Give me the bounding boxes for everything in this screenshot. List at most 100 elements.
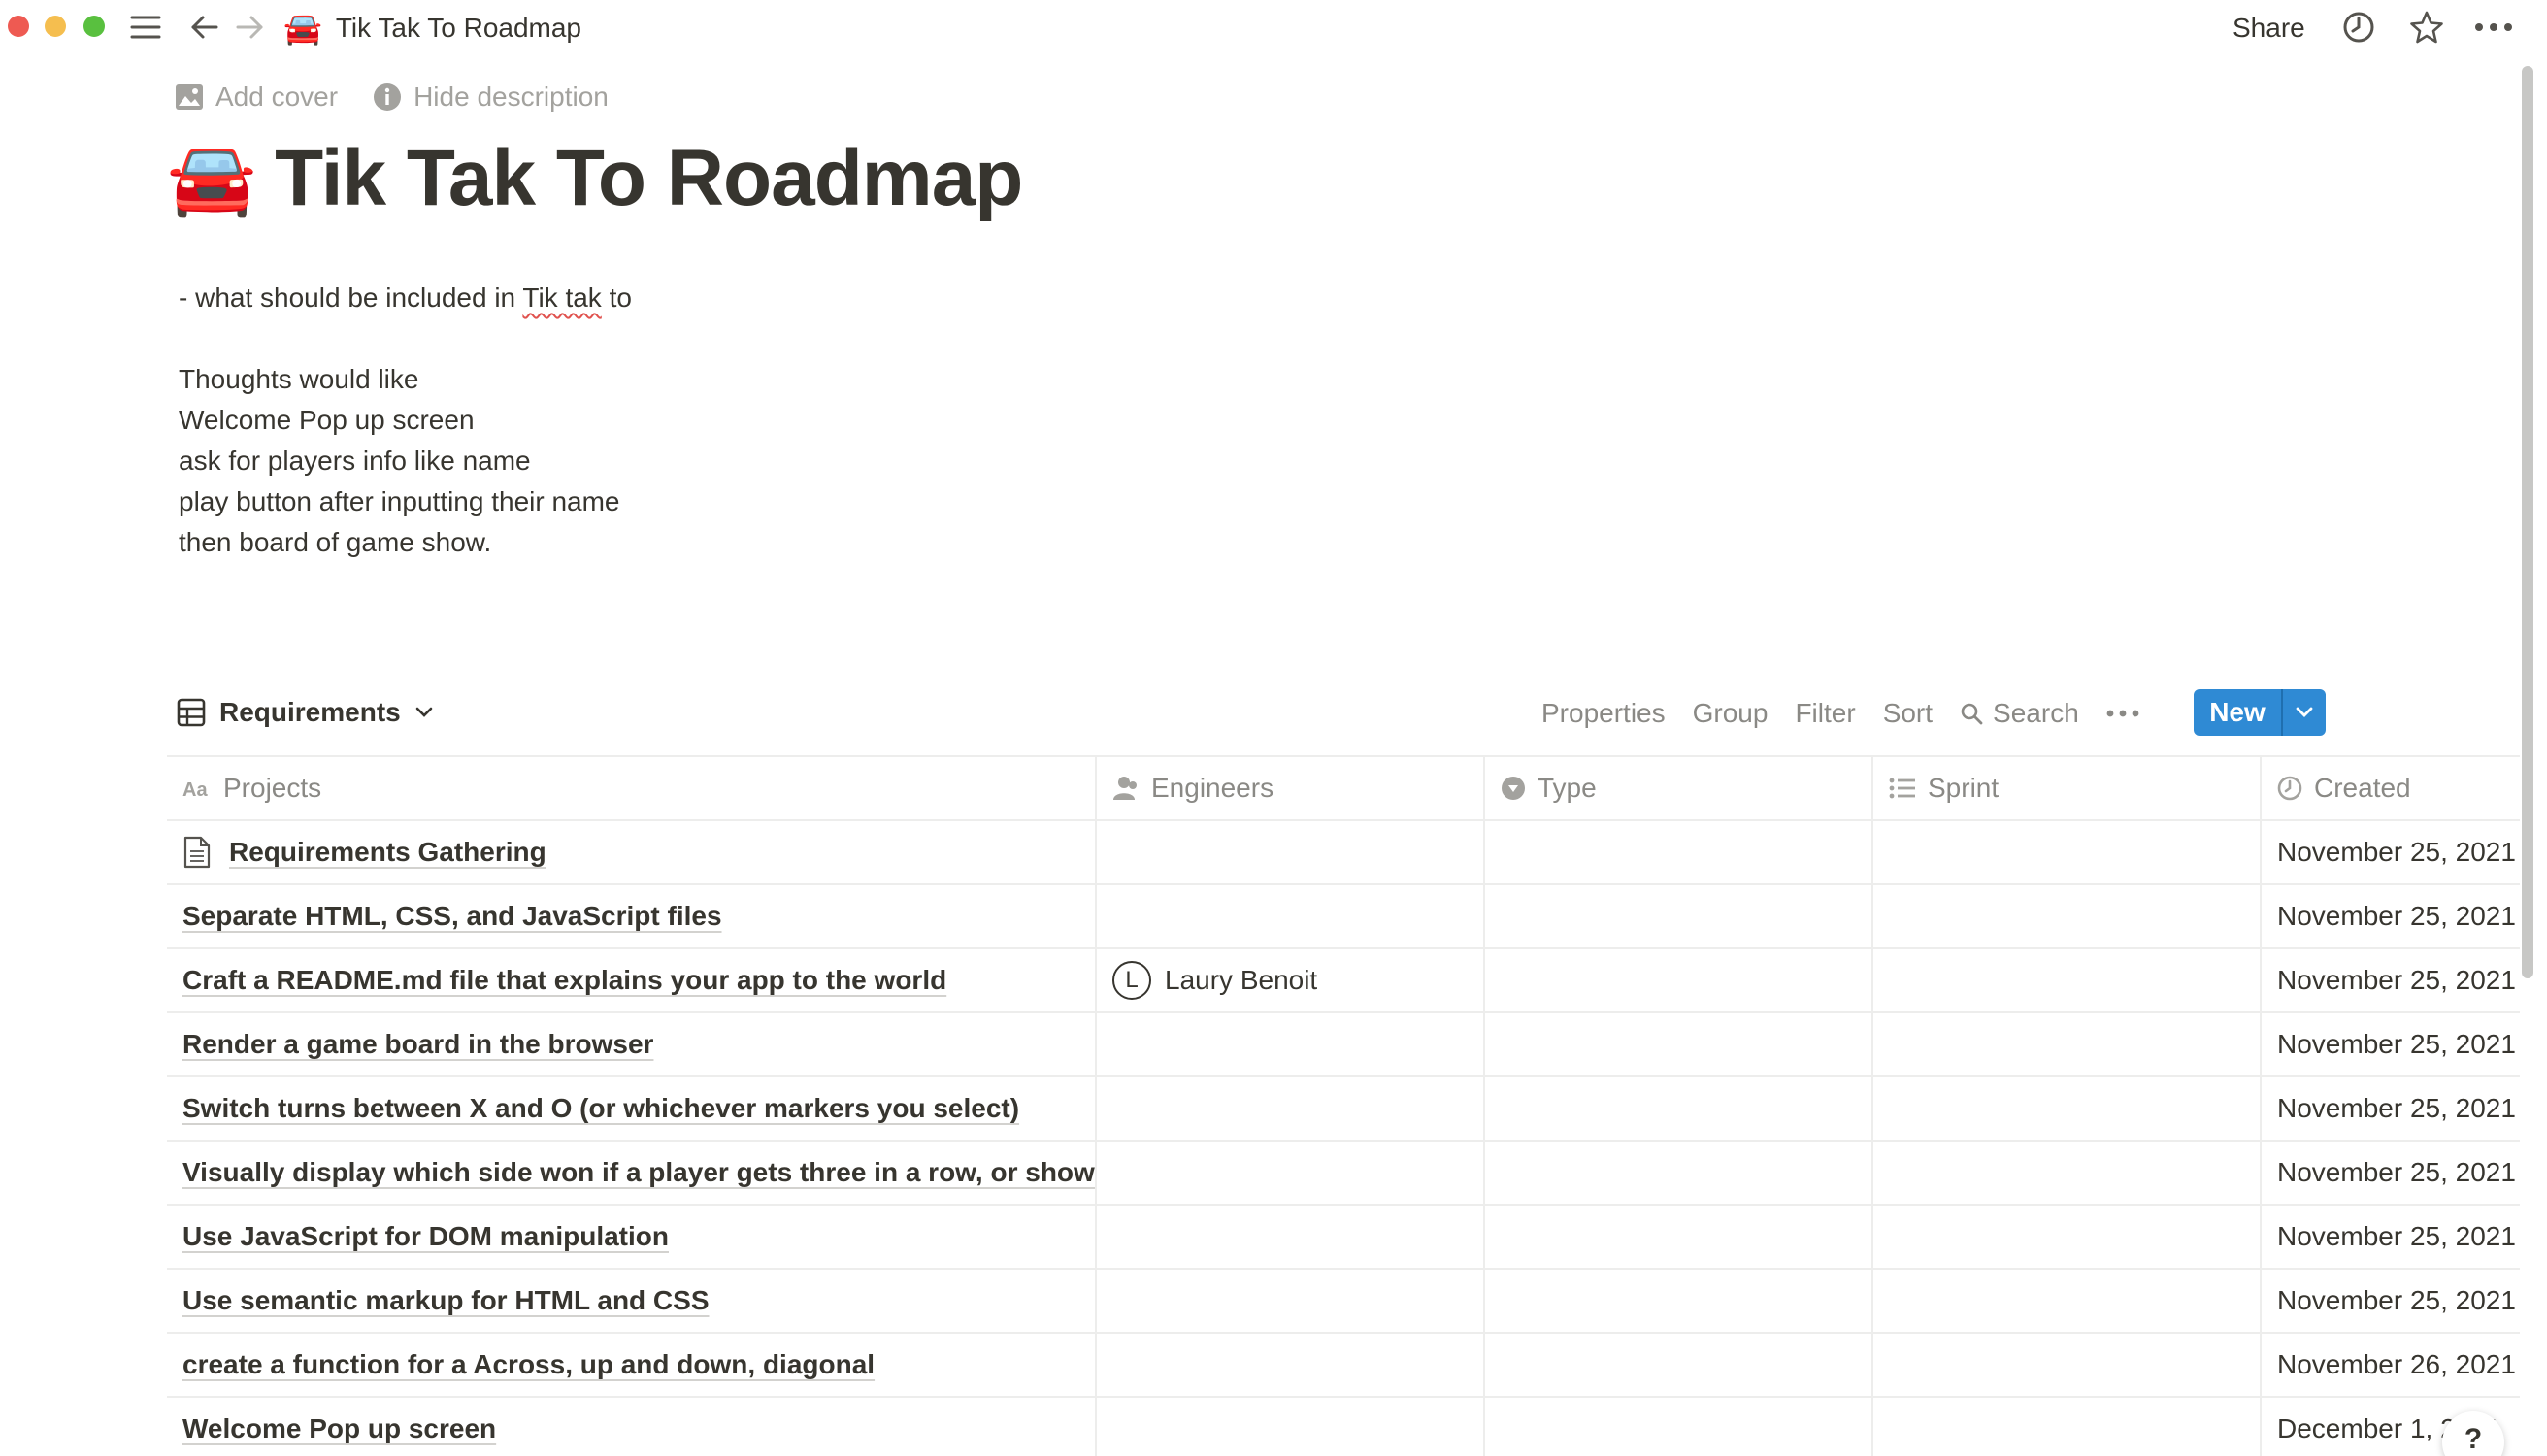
group-button[interactable]: Group [1693, 698, 1769, 729]
column-header-created[interactable]: Created [2262, 757, 2520, 819]
table-row[interactable]: Use JavaScript for DOM manipulation Nove… [167, 1206, 2520, 1270]
add-cover-button[interactable]: Add cover [175, 82, 338, 113]
page-title[interactable]: 🚘 Tik Tak To Roadmap [167, 130, 1023, 227]
history-clock-icon[interactable] [2337, 8, 2380, 47]
table-row[interactable]: Requirements Gathering November 25, 2021 [167, 821, 2520, 885]
description-blank-line [179, 318, 1343, 359]
project-cell[interactable]: Use JavaScript for DOM manipulation [167, 1206, 1097, 1268]
engineers-cell[interactable] [1097, 1077, 1485, 1140]
back-arrow-icon[interactable] [184, 8, 223, 47]
project-cell[interactable]: Welcome Pop up screen [167, 1398, 1097, 1456]
engineers-cell[interactable] [1097, 1206, 1485, 1268]
favorite-star-icon[interactable] [2405, 8, 2448, 47]
sprint-cell[interactable] [1873, 1206, 2262, 1268]
project-title[interactable]: Use JavaScript for DOM manipulation [182, 1221, 669, 1252]
project-title[interactable]: Use semantic markup for HTML and CSS [182, 1285, 710, 1316]
project-title[interactable]: Craft a README.md file that explains you… [182, 965, 946, 996]
type-cell[interactable] [1485, 885, 1873, 947]
created-cell: November 25, 2021 [2277, 901, 2516, 931]
share-button[interactable]: Share [2233, 10, 2305, 47]
forward-arrow-icon[interactable] [231, 8, 270, 47]
sprint-cell[interactable] [1873, 1077, 2262, 1140]
type-cell[interactable] [1485, 1013, 1873, 1075]
sprint-cell[interactable] [1873, 949, 2262, 1011]
zoom-window-button[interactable] [83, 16, 105, 37]
sprint-cell[interactable] [1873, 1334, 2262, 1396]
scrollbar-thumb[interactable] [2522, 66, 2533, 978]
table-row[interactable]: Use semantic markup for HTML and CSS Nov… [167, 1270, 2520, 1334]
engineers-cell[interactable] [1097, 1398, 1485, 1456]
project-title[interactable]: Requirements Gathering [229, 837, 546, 868]
project-cell[interactable]: Switch turns between X and O (or whichev… [167, 1077, 1097, 1140]
hamburger-icon[interactable] [126, 8, 165, 47]
type-cell[interactable] [1485, 1077, 1873, 1140]
column-header-type[interactable]: Type [1485, 757, 1873, 819]
table-row[interactable]: Separate HTML, CSS, and JavaScript files… [167, 885, 2520, 949]
project-cell[interactable]: Render a game board in the browser [167, 1013, 1097, 1075]
page-description[interactable]: - what should be included in Tik tak to … [179, 278, 1343, 563]
minimize-window-button[interactable] [45, 16, 66, 37]
page-header-actions: Add cover Hide description [175, 78, 609, 116]
sprint-cell[interactable] [1873, 885, 2262, 947]
column-header-engineers[interactable]: Engineers [1097, 757, 1485, 819]
project-cell[interactable]: Requirements Gathering [167, 821, 1097, 883]
new-button[interactable]: New [2194, 689, 2281, 736]
engineers-cell[interactable] [1097, 1013, 1485, 1075]
window-titlebar: 🚘 Tik Tak To Roadmap Share [0, 0, 2547, 56]
project-title[interactable]: Welcome Pop up screen [182, 1413, 496, 1444]
project-cell[interactable]: Use semantic markup for HTML and CSS [167, 1270, 1097, 1332]
database-view-selector[interactable]: Requirements [177, 693, 434, 732]
project-cell[interactable]: create a function for a Across, up and d… [167, 1334, 1097, 1396]
new-dropdown-button[interactable] [2281, 689, 2326, 736]
page-title-text[interactable]: Tik Tak To Roadmap [275, 133, 1023, 224]
table-row[interactable]: Render a game board in the browser Novem… [167, 1013, 2520, 1077]
project-cell[interactable]: Separate HTML, CSS, and JavaScript files [167, 885, 1097, 947]
column-header-sprint[interactable]: Sprint [1873, 757, 2262, 819]
type-cell[interactable] [1485, 949, 1873, 1011]
hide-description-button[interactable]: Hide description [373, 82, 609, 113]
sort-button[interactable]: Sort [1883, 698, 1933, 729]
more-dots-icon[interactable] [2471, 8, 2516, 47]
table-row[interactable]: Welcome Pop up screen December 1, 2021 [167, 1398, 2520, 1456]
type-cell[interactable] [1485, 1142, 1873, 1204]
project-title[interactable]: create a function for a Across, up and d… [182, 1349, 875, 1380]
table-row[interactable]: create a function for a Across, up and d… [167, 1334, 2520, 1398]
sprint-cell[interactable] [1873, 1142, 2262, 1204]
sprint-cell[interactable] [1873, 821, 2262, 883]
properties-button[interactable]: Properties [1541, 698, 1666, 729]
database-more-button[interactable] [2106, 710, 2139, 717]
type-cell[interactable] [1485, 821, 1873, 883]
sprint-cell[interactable] [1873, 1013, 2262, 1075]
project-title[interactable]: Render a game board in the browser [182, 1029, 653, 1060]
table-row[interactable]: Visually display which side won if a pla… [167, 1142, 2520, 1206]
search-button[interactable]: Search [1960, 698, 2079, 729]
avatar: L [1112, 961, 1151, 1000]
type-cell[interactable] [1485, 1206, 1873, 1268]
filter-button[interactable]: Filter [1795, 698, 1855, 729]
table-row[interactable]: Switch turns between X and O (or whichev… [167, 1077, 2520, 1142]
close-window-button[interactable] [8, 16, 29, 37]
table-row[interactable]: Craft a README.md file that explains you… [167, 949, 2520, 1013]
type-cell[interactable] [1485, 1270, 1873, 1332]
engineers-cell[interactable] [1097, 885, 1485, 947]
type-cell[interactable] [1485, 1334, 1873, 1396]
more-dots-icon [2106, 710, 2139, 717]
column-header-projects[interactable]: Aa Projects [167, 757, 1097, 819]
sprint-cell[interactable] [1873, 1398, 2262, 1456]
new-button-group: New [2194, 689, 2326, 736]
type-cell[interactable] [1485, 1398, 1873, 1456]
engineers-cell[interactable] [1097, 1334, 1485, 1396]
project-title[interactable]: Switch turns between X and O (or whichev… [182, 1093, 1019, 1124]
created-cell: November 25, 2021 [2277, 1029, 2516, 1059]
sprint-cell[interactable] [1873, 1270, 2262, 1332]
engineers-cell[interactable] [1097, 1270, 1485, 1332]
project-title[interactable]: Separate HTML, CSS, and JavaScript files [182, 901, 722, 932]
engineers-cell[interactable] [1097, 1142, 1485, 1204]
project-title[interactable]: Visually display which side won if a pla… [182, 1157, 1095, 1188]
project-cell[interactable]: Craft a README.md file that explains you… [167, 949, 1097, 1011]
project-cell[interactable]: Visually display which side won if a pla… [167, 1142, 1097, 1204]
engineers-cell[interactable] [1097, 821, 1485, 883]
page-title-emoji-icon[interactable]: 🚘 [167, 137, 256, 221]
breadcrumb[interactable]: 🚘 Tik Tak To Roadmap [283, 10, 581, 47]
engineers-cell[interactable]: L Laury Benoit [1097, 949, 1485, 1011]
